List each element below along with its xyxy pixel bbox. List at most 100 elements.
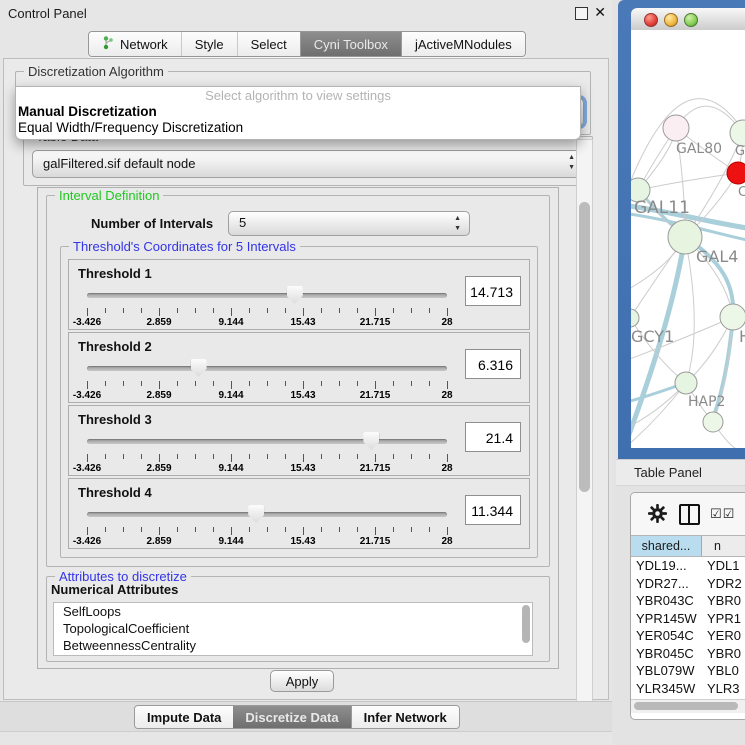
numerical-attributes-label: Numerical Attributes xyxy=(51,582,178,597)
threshold-2-value-field[interactable]: 6.316 xyxy=(465,349,521,379)
node-gcy1[interactable] xyxy=(631,309,639,327)
slider-tick xyxy=(123,308,124,313)
tab-network-label: Network xyxy=(120,37,168,52)
slider-handle[interactable] xyxy=(191,359,207,377)
split-panel-icon[interactable] xyxy=(679,504,700,525)
threshold-3-value-field[interactable]: 21.4 xyxy=(465,422,521,452)
slider-tick xyxy=(303,308,304,316)
tab-discretize-data[interactable]: Discretize Data xyxy=(233,706,350,728)
table-body[interactable]: YDL19...YDL1YDR27...YDR2YBR043CYBR0YPR14… xyxy=(631,557,745,699)
network-edge[interactable] xyxy=(631,99,743,180)
slider-scale-label: 28 xyxy=(441,463,452,474)
table-cell: YBL0 xyxy=(701,662,745,680)
table-row[interactable]: YBR043CYBR0 xyxy=(631,592,745,610)
thresholds-group: Threshold's Coordinates for 5 Intervals … xyxy=(60,246,538,558)
slider-tick xyxy=(303,381,304,389)
table-row[interactable]: YPR145WYPR1 xyxy=(631,610,745,628)
algorithm-settings-panel: Interval Definition Number of Intervals … xyxy=(37,187,559,669)
dropdown-option-equal-width[interactable]: Equal Width/Frequency Discretization xyxy=(16,120,580,136)
slider-tick xyxy=(429,527,430,532)
threshold-2-row: Threshold 2 -3.4262.8599.14415.4321.7152… xyxy=(68,332,530,403)
slider-tick xyxy=(339,308,340,313)
slider-track xyxy=(87,293,447,298)
slider-tick xyxy=(123,381,124,386)
slider-tick xyxy=(321,454,322,459)
node-bottom[interactable] xyxy=(703,412,723,432)
slider-scale-label: 2.859 xyxy=(146,317,171,328)
slider-tick xyxy=(267,308,268,313)
threshold-4-slider[interactable]: -3.4262.8599.14415.4321.71528 xyxy=(81,505,453,545)
slider-handle[interactable] xyxy=(363,432,379,450)
slider-tick xyxy=(249,381,250,386)
threshold-2-slider[interactable]: -3.4262.8599.14415.4321.71528 xyxy=(81,359,453,399)
table-row[interactable]: YER054CYER0 xyxy=(631,627,745,645)
attribute-list-item[interactable]: SelfLoops xyxy=(54,603,532,620)
numerical-attributes-list[interactable]: SelfLoopsTopologicalCoefficientBetweenne… xyxy=(53,602,533,656)
table-data-value: galFiltered.sif default node xyxy=(43,156,195,171)
slider-tick xyxy=(213,527,214,532)
column-header-shared-name[interactable]: shared... xyxy=(631,536,702,556)
combo-arrows-icon: ▲▼ xyxy=(568,153,575,173)
close-icon[interactable]: ✕ xyxy=(594,4,606,21)
slider-tick xyxy=(105,454,106,459)
table-row[interactable]: YLR345WYLR3 xyxy=(631,680,745,698)
slider-scale-label: 9.144 xyxy=(218,317,243,328)
tab-jactivemnodules[interactable]: jActiveMNodules xyxy=(401,32,525,56)
num-intervals-combo[interactable]: 5 ▲▼ xyxy=(228,211,470,236)
attribute-list-item[interactable]: TopologicalCoefficient xyxy=(54,620,532,637)
slider-tick xyxy=(357,308,358,313)
table-cell: YER0 xyxy=(701,627,745,645)
slider-scale-label: 15.43 xyxy=(290,536,315,547)
threshold-3-slider[interactable]: -3.4262.8599.14415.4321.71528 xyxy=(81,432,453,472)
table-data-combo[interactable]: galFiltered.sif default node ▲▼ xyxy=(32,150,584,178)
select-columns-icon[interactable]: ☑☑ xyxy=(710,506,735,522)
apply-button[interactable]: Apply xyxy=(270,670,334,692)
network-edge[interactable] xyxy=(685,237,694,383)
slider-tick xyxy=(159,527,160,535)
table-hscrollbar[interactable] xyxy=(631,699,745,713)
slider-tick xyxy=(231,381,232,389)
gear-icon[interactable] xyxy=(648,504,667,528)
dropdown-option-manual[interactable]: Manual Discretization xyxy=(16,104,580,120)
tab-network[interactable]: Network xyxy=(89,32,181,56)
network-window-titlebar[interactable] xyxy=(631,8,745,31)
threshold-4-value-field[interactable]: 11.344 xyxy=(465,495,521,525)
settings-scrollbar[interactable] xyxy=(576,139,593,725)
node-hap2[interactable] xyxy=(675,372,697,394)
slider-track xyxy=(87,512,447,517)
tab-cyni-toolbox[interactable]: Cyni Toolbox xyxy=(300,32,401,56)
minimize-traffic-light[interactable] xyxy=(664,13,678,27)
node-top-right[interactable] xyxy=(730,120,745,146)
slider-handle[interactable] xyxy=(248,505,264,523)
node-selected-red[interactable] xyxy=(727,162,745,184)
control-panel-window: Control Panel ✕ Network Style Select Cyn… xyxy=(0,0,612,745)
slider-tick xyxy=(393,454,394,459)
list-scrollbar-thumb[interactable] xyxy=(522,605,530,643)
table-row[interactable]: YDL19...YDL1 xyxy=(631,557,745,575)
slider-scale-label: 21.715 xyxy=(360,536,391,547)
float-window-icon[interactable] xyxy=(575,7,588,20)
threshold-rows: Threshold 1 -3.4262.8599.14415.4321.7152… xyxy=(68,259,530,551)
attribute-list-item[interactable]: BetweennessCentrality xyxy=(54,637,532,654)
column-header-name[interactable]: n xyxy=(702,536,745,556)
close-traffic-light[interactable] xyxy=(644,13,658,27)
tab-style[interactable]: Style xyxy=(181,32,237,56)
table-cell: YER054C xyxy=(631,627,701,645)
slider-handle[interactable] xyxy=(287,286,303,304)
scrollbar-thumb[interactable] xyxy=(579,202,590,492)
tab-select[interactable]: Select xyxy=(237,32,300,56)
threshold-1-slider[interactable]: -3.4262.8599.14415.4321.71528 xyxy=(81,286,453,326)
threshold-1-value-field[interactable]: 14.713 xyxy=(465,276,521,306)
hscrollbar-thumb[interactable] xyxy=(634,702,738,710)
table-row[interactable]: YBL079WYBL0 xyxy=(631,662,745,680)
node-gal80[interactable] xyxy=(663,115,689,141)
table-row[interactable]: YBR045CYBR0 xyxy=(631,645,745,663)
zoom-traffic-light[interactable] xyxy=(684,13,698,27)
tab-infer-network[interactable]: Infer Network xyxy=(351,706,459,728)
slider-scale-label: 2.859 xyxy=(146,390,171,401)
network-canvas[interactable]: GAL80GACGAL11GAL4GCY1HHAP2 xyxy=(631,30,745,448)
tab-impute-data[interactable]: Impute Data xyxy=(135,706,233,728)
node-label: GAL4 xyxy=(696,247,738,266)
table-row[interactable]: YDR27...YDR2 xyxy=(631,575,745,593)
table-cell: YLR3 xyxy=(701,680,745,698)
